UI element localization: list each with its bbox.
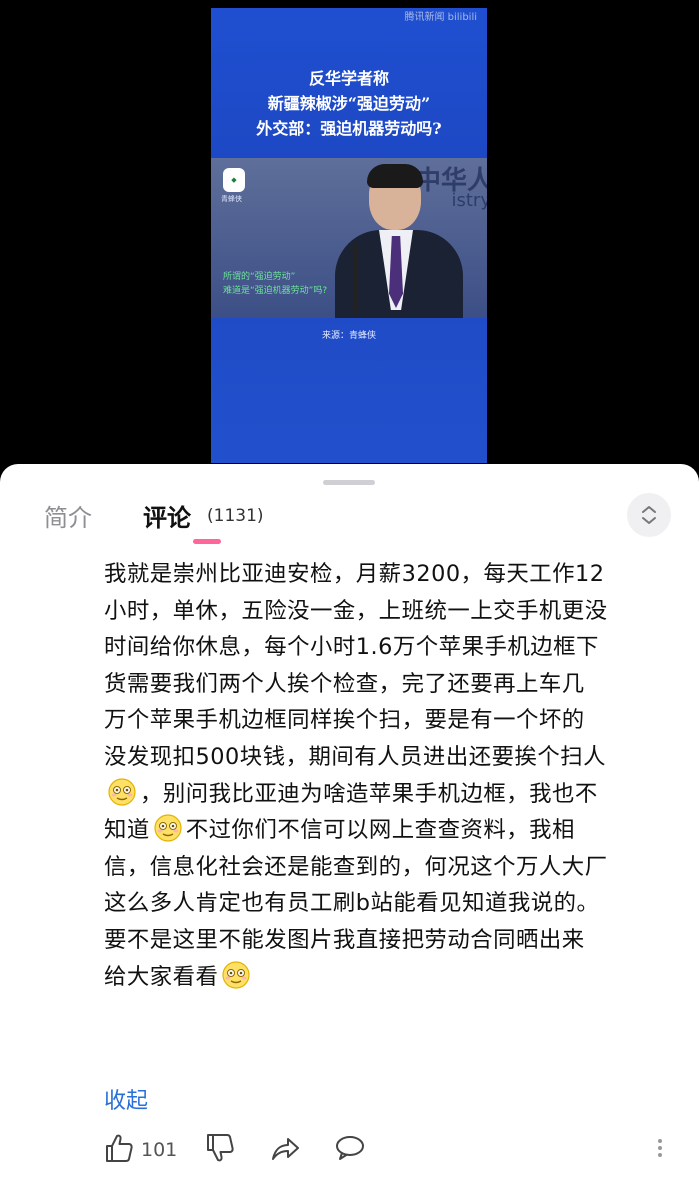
comments-sheet: 简介 评论 (1131) 我就是崇州比亚迪安检，月薪3200，每天工作12 小时… <box>0 464 699 1199</box>
channel-logo-icon: ◆ <box>223 168 245 192</box>
share-button[interactable] <box>269 1132 301 1168</box>
dizzy-face-emoji-icon <box>153 813 183 843</box>
active-tab-indicator <box>193 539 221 544</box>
comment-line: 信，信息化社会还是能查到的，何况这个万人大厂 <box>104 853 608 880</box>
video-headline: 反华学者称 新疆辣椒涉“强迫劳动” 外交部：强迫机器劳动吗? <box>211 66 487 141</box>
chevron-up-down-icon <box>642 506 656 524</box>
comment-line: 货需要我们两个人挨个检查，完了还要再上车几 <box>104 670 585 697</box>
video-source: 来源：青蜂侠 <box>321 331 376 341</box>
comment-line-text: 知道 <box>104 817 150 844</box>
comment-line: 给大家看看 <box>104 959 676 996</box>
dislike-button[interactable] <box>205 1132 235 1168</box>
comments-count: (1131) <box>207 506 264 526</box>
comment-line: 小时，单休，五险没一金，上班统一上交手机更没 <box>104 597 608 624</box>
like-button[interactable] <box>104 1132 134 1168</box>
collapse-link[interactable]: 收起 <box>104 1083 148 1115</box>
comment-line: ，别问我比亚迪为啥造苹果手机边框，我也不 <box>104 776 676 813</box>
dizzy-face-emoji-icon <box>107 777 137 807</box>
more-vertical-icon[interactable] <box>654 1136 666 1164</box>
share-icon <box>272 1138 299 1160</box>
video-watermark: 腾讯新闻 bilibili <box>404 12 477 23</box>
comment-line: 万个苹果手机边框同样挨个扫，要是有一个坏的 <box>104 707 585 734</box>
headline-line: 反华学者称 <box>308 69 389 88</box>
tab-comments[interactable]: 评论 <box>143 498 191 533</box>
headline-line: 外交部：强迫机器劳动吗? <box>256 119 442 138</box>
comment-line: 知道 不过你们不信可以网上查查资料，我相 <box>104 812 676 849</box>
speaker-figure <box>331 164 487 318</box>
video-frame[interactable]: 腾讯新闻 bilibili 反华学者称 新疆辣椒涉“强迫劳动” 外交部：强迫机器… <box>211 8 487 463</box>
like-count: 101 <box>141 1139 178 1161</box>
video-caption: 所谓的“强迫劳动” 难道是“强迫机器劳动”吗? <box>223 270 327 298</box>
dizzy-face-emoji-icon <box>221 960 251 990</box>
caption-line: 所谓的“强迫劳动” <box>223 272 296 282</box>
thumbs-down-icon <box>207 1134 234 1162</box>
reply-button[interactable] <box>334 1132 366 1168</box>
video-scene: 中华人 istry ◆ 青蜂侠 所谓的“强迫劳动” 难道是“强迫机器劳动”吗? <box>211 158 487 318</box>
comment-line: 没发现扣500块钱，期间有人员进出还要挨个扫人 <box>104 743 607 770</box>
comment-actions: 101 <box>0 1132 699 1172</box>
comment-line: 时间给你休息，每个小时1.6万个苹果手机边框下 <box>104 634 599 661</box>
comment-line: 要不是这里不能发图片我直接把劳动合同晒出来 <box>104 926 585 953</box>
comment-line: 这么多人肯定也有员工刷b站能看见知道我说的。 <box>104 890 600 917</box>
comment-line-text: 给大家看看 <box>104 963 219 990</box>
expand-collapse-button[interactable] <box>627 493 671 537</box>
comment-text: 我就是崇州比亚迪安检，月薪3200，每天工作12 小时，单休，五险没一金，上班统… <box>104 556 676 995</box>
comment-icon <box>336 1136 364 1160</box>
sheet-drag-handle[interactable] <box>323 480 375 485</box>
video-player[interactable]: 腾讯新闻 bilibili 反华学者称 新疆辣椒涉“强迫劳动” 外交部：强迫机器… <box>0 0 699 470</box>
headline-line: 新疆辣椒涉“强迫劳动” <box>267 94 431 113</box>
comment-line: 我就是崇州比亚迪安检，月薪3200，每天工作12 <box>104 561 605 587</box>
caption-line: 难道是“强迫机器劳动”吗? <box>223 286 328 296</box>
tab-intro[interactable]: 简介 <box>44 498 92 533</box>
comment-line-text: ，别问我比亚迪为啥造苹果手机边框，我也不 <box>140 780 598 807</box>
thumbs-up-icon <box>106 1134 133 1162</box>
comment-line-text: 不过你们不信可以网上查查资料，我相 <box>185 817 575 844</box>
channel-logo-name: 青蜂侠 <box>221 195 242 203</box>
